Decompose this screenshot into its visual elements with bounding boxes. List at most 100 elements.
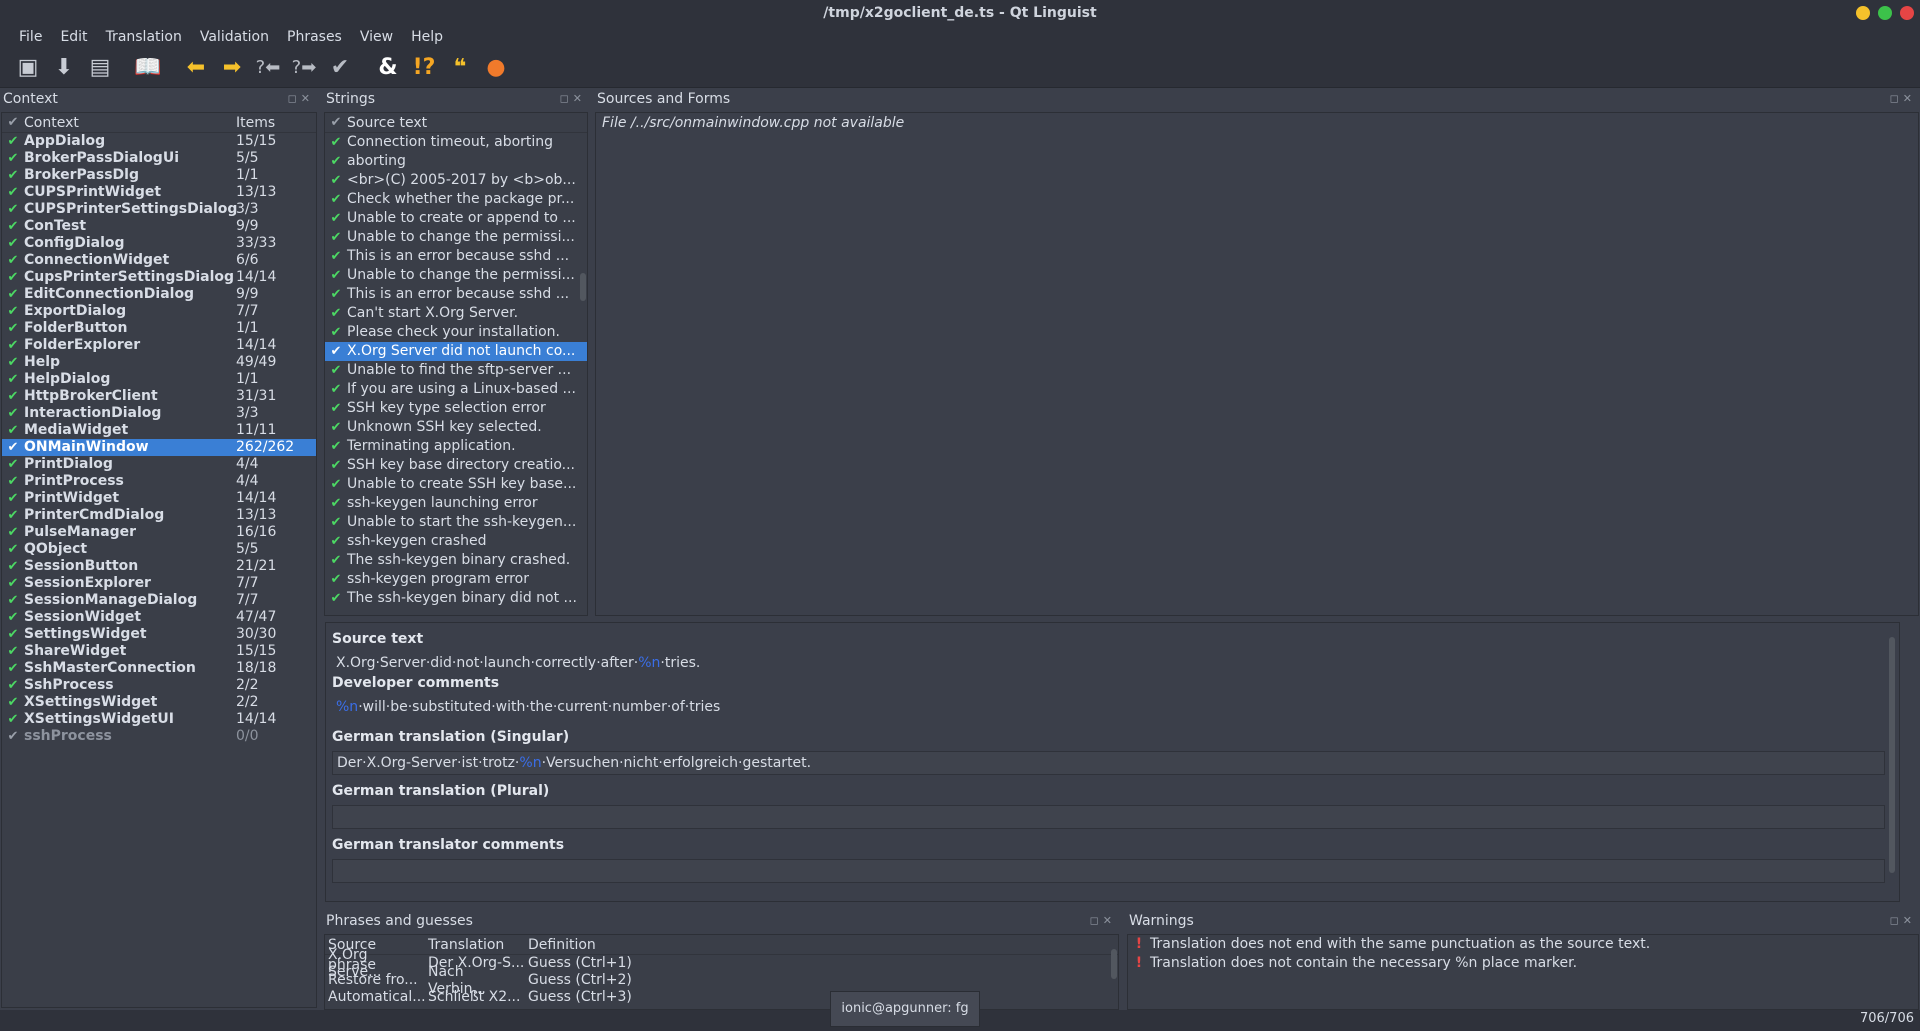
string-row[interactable]: ✔ <br>(C) 2005-2017 by <b>ob... — [325, 171, 587, 190]
context-row[interactable]: ✔ MediaWidget 11/11 — [2, 422, 316, 439]
panel-float-close-icon[interactable]: ◻✕ — [288, 88, 314, 110]
string-row[interactable]: ✔ X.Org Server did not launch co... — [325, 342, 587, 361]
string-row[interactable]: ✔ SSH key type selection error — [325, 399, 587, 418]
translator-comments-field[interactable] — [332, 859, 1885, 883]
string-row[interactable]: ✔ ssh-keygen crashed — [325, 532, 587, 551]
punctuation-check-icon[interactable]: !? — [408, 52, 440, 84]
context-row[interactable]: ✔ HttpBrokerClient 31/31 — [2, 388, 316, 405]
context-row[interactable]: ✔ XSettingsWidgetUI 14/14 — [2, 711, 316, 728]
string-row[interactable]: ✔ This is an error because sshd ... — [325, 247, 587, 266]
string-row[interactable]: ✔ ssh-keygen launching error — [325, 494, 587, 513]
string-row[interactable]: ✔ Unable to find the sftp-server ... — [325, 361, 587, 380]
context-list[interactable]: ✔ Context Items ✔ AppDialog 15/15 ✔ BrokerPa… — [1, 112, 317, 1008]
next-unfinished-icon[interactable]: ?➡ — [288, 52, 320, 84]
string-row[interactable]: ✔ Terminating application. — [325, 437, 587, 456]
context-row[interactable]: ✔ CUPSPrintWidget 13/13 — [2, 184, 316, 201]
context-row[interactable]: ✔ Help 49/49 — [2, 354, 316, 371]
phrasebook-icon[interactable]: 📖 — [132, 52, 164, 84]
context-row[interactable]: ✔ HelpDialog 1/1 — [2, 371, 316, 388]
context-row[interactable]: ✔ XSettingsWidget 2/2 — [2, 694, 316, 711]
context-row[interactable]: ✔ EditConnectionDialog 9/9 — [2, 286, 316, 303]
context-row[interactable]: ✔ PrintProcess 4/4 — [2, 473, 316, 490]
string-row[interactable]: ✔ Connection timeout, aborting — [325, 133, 587, 152]
definition-column-header[interactable]: Definition — [525, 935, 596, 954]
plural-translation-field[interactable] — [332, 805, 1885, 829]
context-row[interactable]: ✔ FolderButton 1/1 — [2, 320, 316, 337]
menu-validation[interactable]: Validation — [191, 26, 278, 48]
singular-translation-field[interactable]: Der·X.Org-Server·ist·trotz·%n·Versuchen·… — [332, 751, 1885, 775]
accelerator-check-icon[interactable]: & — [372, 52, 404, 84]
minimize-button[interactable] — [1856, 6, 1870, 20]
items-column-header[interactable]: Items — [236, 113, 275, 132]
context-row[interactable]: ✔ InteractionDialog 3/3 — [2, 405, 316, 422]
string-row[interactable]: ✔ Can't start X.Org Server. — [325, 304, 587, 323]
context-row[interactable]: ✔ PulseManager 16/16 — [2, 524, 316, 541]
panel-float-close-icon[interactable]: ◻✕ — [1890, 910, 1916, 932]
phrases-table[interactable]: Source phrase Translation Definition X.O… — [324, 934, 1119, 1010]
source-text-column-header[interactable]: Source text — [347, 113, 427, 132]
context-row[interactable]: ✔ SshMasterConnection 18/18 — [2, 660, 316, 677]
string-row[interactable]: ✔ aborting — [325, 152, 587, 171]
done-next-icon[interactable]: ✔ — [324, 52, 356, 84]
string-row[interactable]: ✔ Unable to change the permissi... — [325, 266, 587, 285]
context-column-header[interactable]: Context — [24, 113, 236, 132]
context-row[interactable]: ✔ AppDialog 15/15 — [2, 133, 316, 150]
print-icon[interactable]: ▤ — [84, 52, 116, 84]
string-row[interactable]: ✔ Unknown SSH key selected. — [325, 418, 587, 437]
panel-float-close-icon[interactable]: ◻✕ — [560, 88, 586, 110]
context-row[interactable]: ✔ ONMainWindow 262/262 — [2, 439, 316, 456]
context-row[interactable]: ✔ CupsPrinterSettingsDialog 14/14 — [2, 269, 316, 286]
string-row[interactable]: ✔ This is an error because sshd ... — [325, 285, 587, 304]
next-icon[interactable]: ➡ — [216, 52, 248, 84]
context-row[interactable]: ✔ SessionWidget 47/47 — [2, 609, 316, 626]
string-row[interactable]: ✔ The ssh-keygen binary did not ... — [325, 589, 587, 608]
context-row[interactable]: ✔ ConnectionWidget 6/6 — [2, 252, 316, 269]
context-row[interactable]: ✔ PrintWidget 14/14 — [2, 490, 316, 507]
phrase-check-icon[interactable]: ❝ — [444, 52, 476, 84]
panel-float-close-icon[interactable]: ◻✕ — [1090, 910, 1116, 932]
menu-view[interactable]: View — [351, 26, 402, 48]
save-icon[interactable]: ⬇ — [48, 52, 80, 84]
string-row[interactable]: ✔ Unable to create SSH key base... — [325, 475, 587, 494]
context-row[interactable]: ✔ BrokerPassDlg 1/1 — [2, 167, 316, 184]
context-row[interactable]: ✔ ExportDialog 7/7 — [2, 303, 316, 320]
context-row[interactable]: ✔ sshProcess 0/0 — [2, 728, 316, 745]
string-row[interactable]: ✔ Unable to change the permissi... — [325, 228, 587, 247]
context-row[interactable]: ✔ SessionManageDialog 7/7 — [2, 592, 316, 609]
context-row[interactable]: ✔ QObject 5/5 — [2, 541, 316, 558]
context-row[interactable]: ✔ ConfigDialog 33/33 — [2, 235, 316, 252]
string-row[interactable]: ✔ The ssh-keygen binary crashed. — [325, 551, 587, 570]
context-row[interactable]: ✔ BrokerPassDialogUi 5/5 — [2, 150, 316, 167]
menu-edit[interactable]: Edit — [51, 26, 96, 48]
context-row[interactable]: ✔ CUPSPrinterSettingsDialog 3/3 — [2, 201, 316, 218]
phrases-scrollbar[interactable] — [1111, 949, 1117, 979]
prev-unfinished-icon[interactable]: ?⬅ — [252, 52, 284, 84]
menu-phrases[interactable]: Phrases — [278, 26, 351, 48]
menu-file[interactable]: File — [10, 26, 51, 48]
string-row[interactable]: ✔ SSH key base directory creatio... — [325, 456, 587, 475]
context-row[interactable]: ✔ SettingsWidget 30/30 — [2, 626, 316, 643]
maximize-button[interactable] — [1878, 6, 1892, 20]
translation-column-header[interactable]: Translation — [425, 935, 525, 954]
context-row[interactable]: ✔ SessionExplorer 7/7 — [2, 575, 316, 592]
strings-list[interactable]: ✔ Source text ✔ Connection timeout, abort… — [324, 112, 588, 616]
editor-scrollbar[interactable] — [1889, 637, 1895, 873]
context-row[interactable]: ✔ SshProcess 2/2 — [2, 677, 316, 694]
string-row[interactable]: ✔ Unable to create or append to ... — [325, 209, 587, 228]
panel-float-close-icon[interactable]: ◻✕ — [1890, 88, 1916, 110]
context-row[interactable]: ✔ ConTest 9/9 — [2, 218, 316, 235]
string-row[interactable]: ✔ ssh-keygen program error — [325, 570, 587, 589]
strings-scrollbar[interactable] — [580, 273, 586, 301]
string-row[interactable]: ✔ Please check your installation. — [325, 323, 587, 342]
context-row[interactable]: ✔ SessionButton 21/21 — [2, 558, 316, 575]
placemarker-check-icon[interactable]: ● — [480, 52, 512, 84]
phrase-row[interactable]: Restore fro... Nach Verbin... Guess (Ctrl+… — [325, 964, 1118, 997]
string-row[interactable]: ✔ Unable to start the ssh-keygen... — [325, 513, 587, 532]
close-button[interactable] — [1900, 6, 1914, 20]
context-row[interactable]: ✔ ShareWidget 15/15 — [2, 643, 316, 660]
menu-translation[interactable]: Translation — [97, 26, 191, 48]
context-row[interactable]: ✔ FolderExplorer 14/14 — [2, 337, 316, 354]
context-row[interactable]: ✔ PrintDialog 4/4 — [2, 456, 316, 473]
phrase-row[interactable]: Automatical... Schließt X2... Guess (Ctrl+… — [325, 989, 1118, 1006]
string-row[interactable]: ✔ If you are using a Linux-based ... — [325, 380, 587, 399]
